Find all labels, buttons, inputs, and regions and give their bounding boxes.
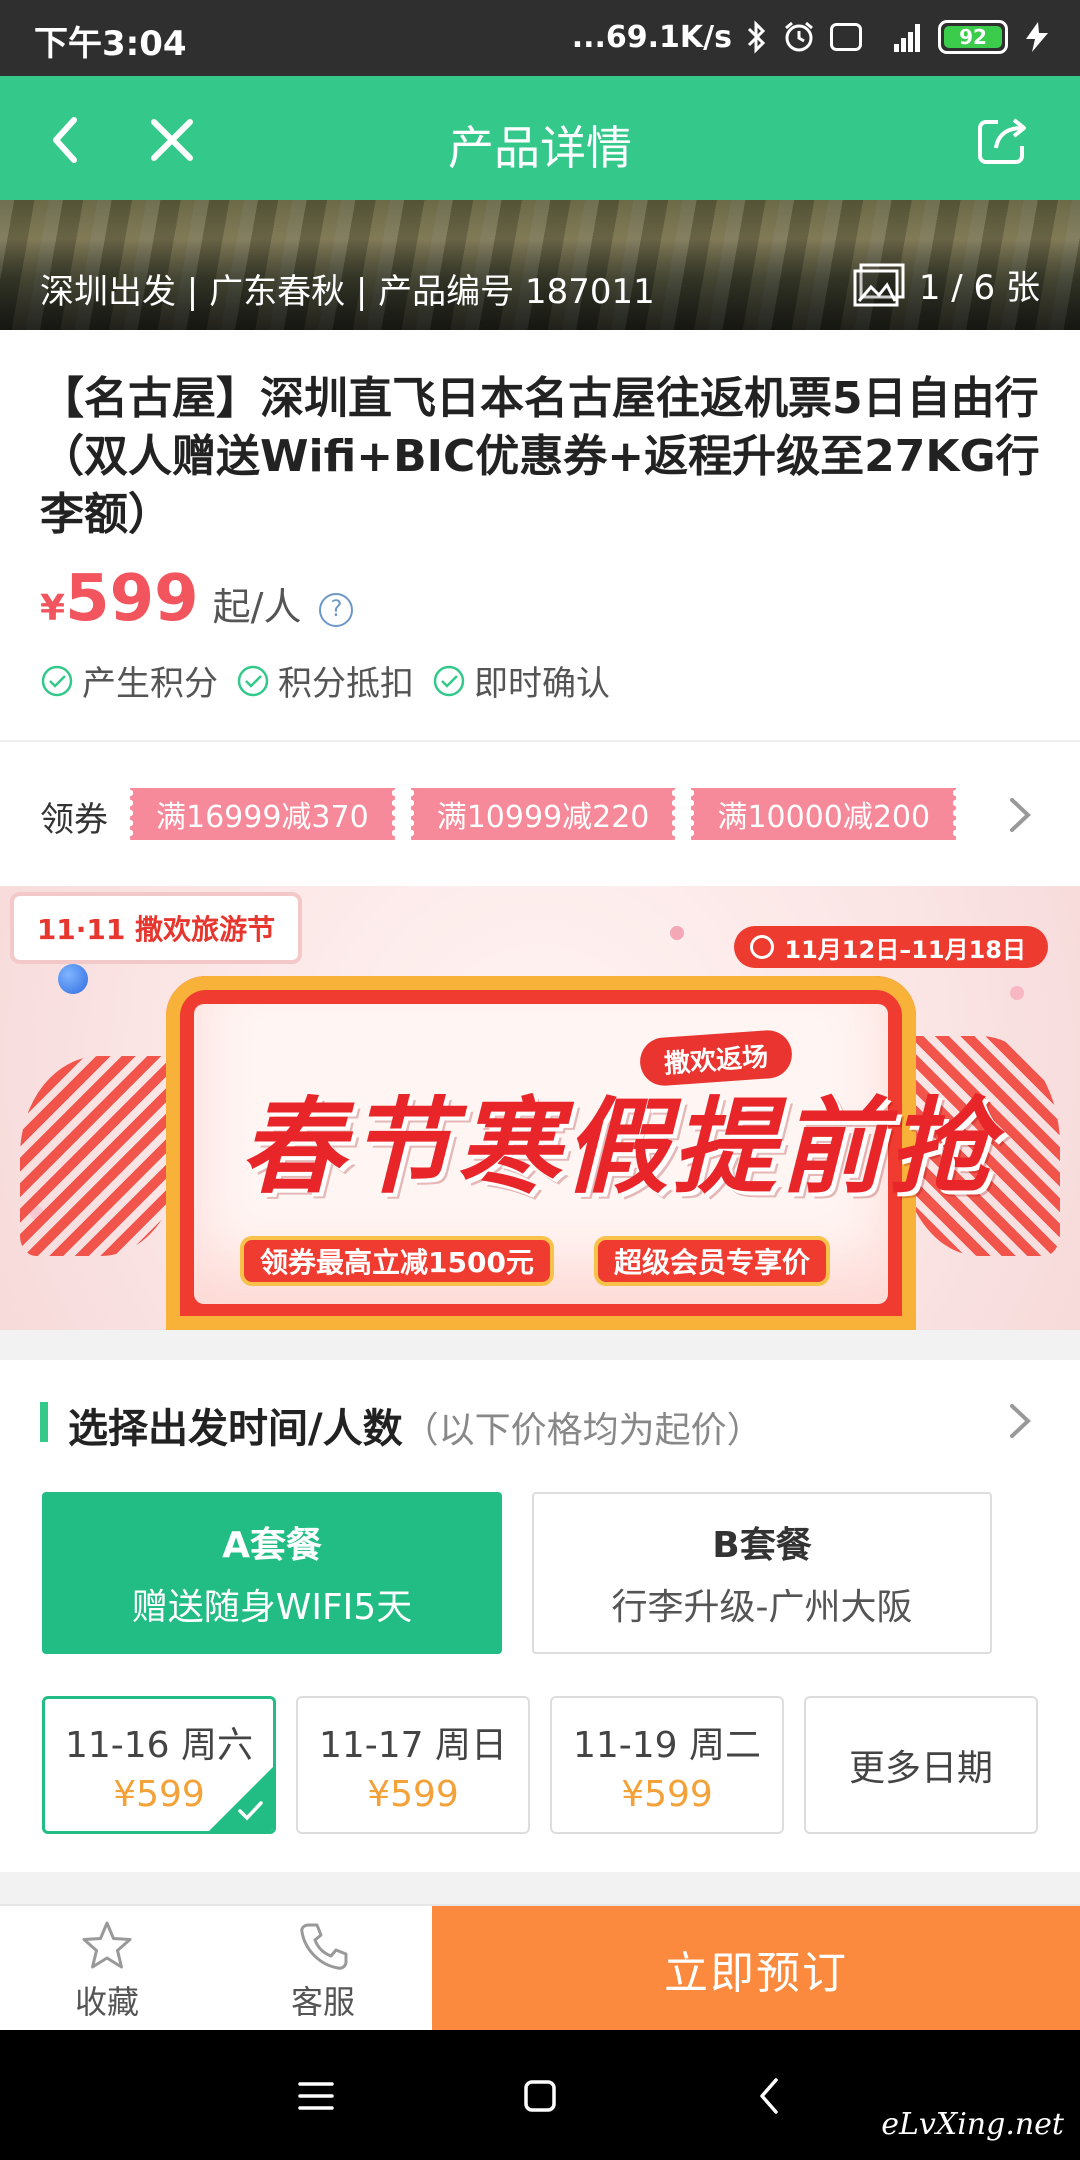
date-option[interactable]: 11-19 周二 ¥599: [550, 1696, 784, 1834]
page-title: 产品详情: [448, 121, 632, 175]
date-price: ¥599: [367, 1773, 459, 1815]
phone-icon: [300, 1923, 348, 1970]
network-speed: ...69.1K/s: [571, 19, 732, 55]
chevron-right-icon[interactable]: [1000, 790, 1040, 840]
package-name: A套餐: [222, 1525, 322, 1566]
festival-tag: 11·11 撒欢旅游节: [10, 892, 302, 964]
system-nav-bar: eLvXing.net: [0, 2030, 1080, 2160]
banner-headline: 春节寒假提前抢: [240, 1085, 997, 1208]
check-circle-icon: [237, 665, 269, 696]
decor-dot: [670, 926, 684, 940]
status-indicators: ...69.1K/s 92: [572, 14, 1052, 60]
service-label: 客服: [290, 1983, 355, 2021]
section-gap: [0, 1330, 1080, 1360]
share-button[interactable]: [964, 100, 1044, 180]
favorite-button[interactable]: 收藏: [32, 1916, 182, 2026]
menu-icon[interactable]: [286, 2066, 346, 2126]
section-title-text: 选择出发时间/人数: [68, 1406, 403, 1452]
date-label: 11-16 周六: [64, 1724, 254, 1766]
decor-leaf: [20, 1056, 180, 1256]
chevron-right-icon[interactable]: [1000, 1396, 1040, 1446]
currency-symbol: ¥: [40, 588, 66, 629]
nav-bar: 产品详情: [0, 76, 1080, 200]
status-time: 下午3:04: [34, 24, 187, 64]
home-icon[interactable]: [510, 2066, 570, 2126]
gallery-icon: [853, 263, 905, 306]
date-option[interactable]: 11-16 周六 ¥599: [42, 1696, 276, 1834]
battery-icon: 92: [938, 20, 1008, 54]
price-row: ¥ 599 起/人 ?: [40, 562, 354, 636]
promo-date: 11月12日–11月18日: [734, 926, 1048, 968]
date-label: 11-17 周日: [318, 1724, 508, 1766]
section-subtitle: （以下价格均为起价）: [402, 1410, 763, 1451]
decor-dot: [58, 964, 88, 994]
hd-icon: [830, 23, 862, 51]
battery-level: 92: [959, 25, 987, 49]
product-info: 【名古屋】深圳直飞日本名古屋往返机票5日自由行（双人赠送Wifi+BIC优惠券+…: [0, 330, 1080, 740]
feature-item: 产生积分: [40, 656, 218, 705]
price-help-icon[interactable]: ?: [319, 592, 354, 627]
product-photo[interactable]: 深圳出发 | 广东春秋 | 产品编号 187011 1 / 6 张: [0, 200, 1080, 330]
feature-label: 产生积分: [82, 664, 218, 704]
clock-icon: [750, 935, 775, 959]
package-option-a[interactable]: A套餐 赠送随身WIFI5天: [42, 1492, 502, 1654]
date-label: 11-19 周二: [572, 1724, 762, 1766]
coupon-row[interactable]: 领券 满16999减370 满10999减220 满10000减200: [0, 742, 1080, 884]
section-gap: [0, 1872, 1080, 1904]
product-price: 599: [65, 562, 199, 636]
coupon-label: 领券: [40, 800, 108, 840]
coupon-list: 满16999减370 满10999减220 满10000减200: [127, 788, 959, 840]
promo-date-text: 11月12日–11月18日: [784, 935, 1026, 964]
feature-item: 积分抵扣: [236, 656, 414, 705]
package-name: B套餐: [712, 1525, 812, 1566]
bluetooth-icon: [746, 20, 768, 54]
banner-coupon-button[interactable]: 领券最高立减1500元: [240, 1236, 554, 1286]
customer-service-button[interactable]: 客服: [248, 1916, 398, 2026]
bottom-action-bar: 收藏 客服 立即预订: [0, 1904, 1080, 2032]
check-circle-icon: [41, 665, 73, 696]
check-circle-icon: [433, 665, 465, 696]
system-back-icon[interactable]: [740, 2066, 800, 2126]
charging-icon: [1022, 20, 1052, 54]
feature-label: 积分抵扣: [278, 664, 414, 704]
promo-banner[interactable]: 11·11 撒欢旅游节 11月12日–11月18日 春节寒假提前抢 撒欢返场 领…: [0, 886, 1080, 1330]
share-icon: [978, 118, 1026, 164]
alarm-icon: [782, 20, 816, 54]
signal-4g-icon: [876, 20, 924, 54]
more-dates-label: 更多日期: [848, 1748, 993, 1789]
status-bar: 下午3:04 ...69.1K/s 92: [0, 0, 1080, 76]
date-price: ¥599: [621, 1773, 713, 1815]
book-now-button[interactable]: 立即预订: [432, 1906, 1080, 2032]
coupon-chip[interactable]: 满10999减220: [407, 788, 679, 840]
watermark: eLvXing.net: [881, 2107, 1064, 2142]
favorite-label: 收藏: [74, 1983, 139, 2021]
section-title: 选择出发时间/人数（以下价格均为起价）: [68, 1396, 763, 1454]
product-meta: 深圳出发 | 广东春秋 | 产品编号 187011: [40, 272, 655, 312]
product-features: 产生积分 积分抵扣 即时确认: [40, 656, 610, 705]
coupon-chip[interactable]: 满16999减370: [127, 788, 398, 840]
photo-count-text: 1 / 6 张: [918, 268, 1040, 308]
decor-dot: [1010, 986, 1024, 1000]
feature-item: 即时确认: [432, 656, 610, 705]
section-accent: [40, 1402, 48, 1442]
package-desc: 赠送随身WIFI5天: [131, 1587, 413, 1628]
feature-label: 即时确认: [474, 664, 610, 704]
departure-section: 选择出发时间/人数（以下价格均为起价） A套餐 赠送随身WIFI5天 B套餐 行…: [0, 1360, 1080, 1872]
checkmark-icon: [238, 1801, 263, 1821]
package-desc: 行李升级-广州大阪: [611, 1587, 913, 1628]
package-option-b[interactable]: B套餐 行李升级-广州大阪: [532, 1492, 992, 1654]
banner-vip-button[interactable]: 超级会员专享价: [594, 1236, 831, 1286]
date-price: ¥599: [113, 1773, 205, 1815]
star-icon: [82, 1921, 132, 1969]
more-dates-button[interactable]: 更多日期: [804, 1696, 1038, 1834]
photo-counter: 1 / 6 张: [853, 260, 1040, 309]
product-title: 【名古屋】深圳直飞日本名古屋往返机票5日自由行（双人赠送Wifi+BIC优惠券+…: [40, 373, 1040, 540]
coupon-chip[interactable]: 满10000减200: [688, 788, 959, 840]
price-unit: 起/人: [212, 585, 302, 629]
date-option[interactable]: 11-17 周日 ¥599: [296, 1696, 530, 1834]
